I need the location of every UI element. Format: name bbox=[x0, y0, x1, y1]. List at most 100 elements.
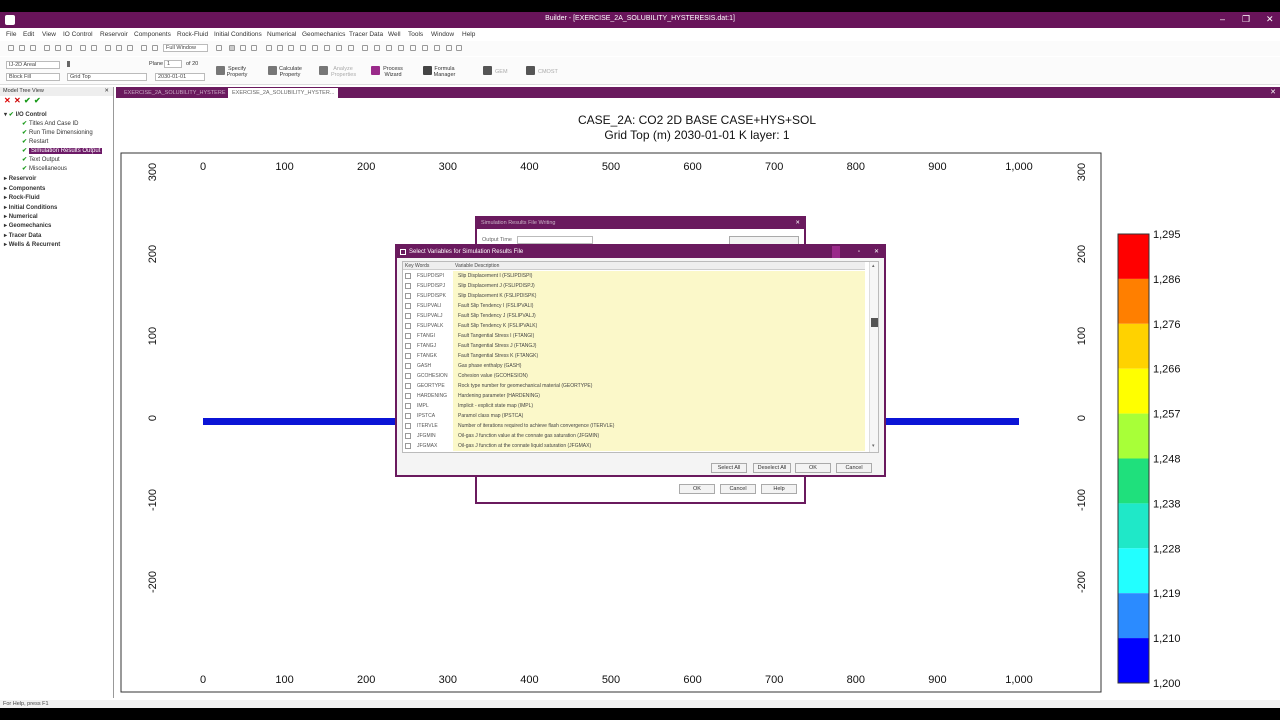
tree-item-initial-conditions[interactable]: ▸ Initial Conditions bbox=[4, 204, 57, 212]
close-button[interactable]: ✕ bbox=[1266, 14, 1274, 25]
split-icon[interactable] bbox=[336, 45, 342, 51]
tree-item-simulation-results-output[interactable]: ✔ Simulation Results Output bbox=[22, 147, 103, 155]
row-checkbox[interactable] bbox=[405, 353, 411, 359]
menu-tracer-data[interactable]: Tracer Data bbox=[349, 31, 383, 38]
table-row[interactable]: FTANGJ Fault Tangential Stress J (FTANGJ) bbox=[403, 341, 865, 351]
open-icon[interactable] bbox=[19, 45, 25, 51]
tree-item-restart[interactable]: ✔ Restart bbox=[22, 138, 48, 146]
property-select[interactable]: Grid Top bbox=[67, 73, 147, 81]
menu-tools[interactable]: Tools bbox=[408, 31, 423, 38]
menu-components[interactable]: Components bbox=[134, 31, 171, 38]
menu-geomechanics[interactable]: Geomechanics bbox=[302, 31, 345, 38]
tree-item-miscellaneous[interactable]: ✔ Miscellaneous bbox=[22, 165, 67, 173]
specify-property-label[interactable]: Specify Property bbox=[226, 66, 248, 78]
tree-item-tracer-data[interactable]: ▸ Tracer Data bbox=[4, 232, 41, 240]
zoom-out-icon[interactable] bbox=[386, 45, 392, 51]
options-icon[interactable] bbox=[456, 45, 462, 51]
col-key-words[interactable]: Key Words bbox=[405, 262, 429, 270]
delete-icon[interactable] bbox=[324, 45, 330, 51]
edit-cells-icon[interactable] bbox=[240, 45, 246, 51]
fill-select[interactable]: Block Fill bbox=[6, 73, 60, 81]
table-row[interactable]: HARDENING Hardening parameter (HARDENING) bbox=[403, 391, 865, 401]
row-checkbox[interactable] bbox=[405, 333, 411, 339]
dialog-close-icon[interactable]: ✕ bbox=[874, 246, 879, 258]
table-row[interactable]: ITERVLE Number of iterations required to … bbox=[403, 421, 865, 431]
tab-exercise-2[interactable]: EXERCISE_2A_SOLUBILITY_HYSTER... bbox=[228, 88, 339, 98]
sim-results-ok-button[interactable]: OK bbox=[679, 484, 715, 494]
info-icon[interactable] bbox=[434, 45, 440, 51]
slider-handle-icon[interactable] bbox=[67, 61, 70, 67]
menu-edit[interactable]: Edit bbox=[23, 31, 34, 38]
output-time-select[interactable] bbox=[517, 236, 593, 244]
tab-close-icon[interactable]: ✕ bbox=[1270, 88, 1276, 96]
dialog-ok-button[interactable]: OK bbox=[795, 463, 831, 473]
panel-close-icon[interactable]: ✕ bbox=[104, 87, 109, 96]
minimize-button[interactable]: – bbox=[1220, 14, 1225, 24]
dialog-cancel-button[interactable]: Cancel bbox=[836, 463, 872, 473]
sim-results-close-icon[interactable]: ✕ bbox=[795, 218, 800, 229]
row-checkbox[interactable] bbox=[405, 423, 411, 429]
maximize-button[interactable]: ❐ bbox=[1242, 14, 1250, 25]
rotate-icon[interactable] bbox=[152, 45, 158, 51]
tree-item-run-time-dimensioning[interactable]: ✔ Run Time Dimensioning bbox=[22, 129, 93, 137]
polygon-icon[interactable] bbox=[277, 45, 283, 51]
table-row[interactable]: GASH Gas phase enthalpy (GASH) bbox=[403, 361, 865, 371]
tree-item-reservoir[interactable]: ▸ Reservoir bbox=[4, 175, 36, 183]
cursor-icon[interactable] bbox=[229, 45, 235, 51]
scroll-thumb[interactable] bbox=[871, 318, 878, 327]
menu-reservoir[interactable]: Reservoir bbox=[100, 31, 128, 38]
deselect-all-button[interactable]: Deselect All bbox=[753, 463, 791, 473]
menu-rock-fluid[interactable]: Rock-Fluid bbox=[177, 31, 208, 38]
row-checkbox[interactable] bbox=[405, 363, 411, 369]
table-row[interactable]: FSLIPVALI Fault Slip Tendency I (FSLIPVAL… bbox=[403, 301, 865, 311]
table-row[interactable]: IMPL Implicit - explicit state map (IMPL) bbox=[403, 401, 865, 411]
table-row[interactable]: FTANGK Fault Tangential Stress K (FTANGK) bbox=[403, 351, 865, 361]
check-all-icon[interactable]: ✔ bbox=[34, 96, 41, 105]
gem-icon[interactable] bbox=[483, 66, 492, 75]
menu-initial-conditions[interactable]: Initial Conditions bbox=[214, 31, 262, 38]
table-row[interactable]: FSLIPDISPJ Slip Displacement J (FSLIPDISP… bbox=[403, 281, 865, 291]
menu-well[interactable]: Well bbox=[388, 31, 401, 38]
print-icon[interactable] bbox=[105, 45, 111, 51]
pan-icon[interactable] bbox=[141, 45, 147, 51]
table-row[interactable]: FSLIPDISPK Slip Displacement K (FSLIPDISP… bbox=[403, 291, 865, 301]
table-row[interactable]: FSLIPVALK Fault Slip Tendency K (FSLIPVAL… bbox=[403, 321, 865, 331]
select-all-button[interactable]: Select All bbox=[711, 463, 747, 473]
tree-item-numerical[interactable]: ▸ Numerical bbox=[4, 213, 38, 221]
tree-item-io-control[interactable]: ▾ ✔ I/O Control bbox=[4, 111, 47, 119]
warning-icon[interactable]: ✕ bbox=[14, 96, 21, 105]
table-icon[interactable] bbox=[446, 45, 452, 51]
refine-icon[interactable] bbox=[362, 45, 368, 51]
col-variable-description[interactable]: Variable Description bbox=[455, 262, 499, 270]
row-checkbox[interactable] bbox=[405, 283, 411, 289]
redo-icon[interactable] bbox=[91, 45, 97, 51]
view-select[interactable]: IJ-2D Areal bbox=[6, 61, 60, 69]
table-scrollbar[interactable]: ▴ ▾ bbox=[869, 262, 878, 452]
row-checkbox[interactable] bbox=[405, 343, 411, 349]
tree-item-rock-fluid[interactable]: ▸ Rock-Fluid bbox=[4, 194, 40, 202]
window-select[interactable]: Full Window bbox=[163, 44, 208, 52]
sim-results-cancel-button[interactable]: Cancel bbox=[720, 484, 756, 494]
help-icon[interactable] bbox=[832, 246, 840, 258]
table-row[interactable]: GCOHESION Cohesion value (GCOHESION) bbox=[403, 371, 865, 381]
calculate-property-label[interactable]: Calculate Property bbox=[279, 66, 302, 78]
cmost-icon[interactable] bbox=[526, 66, 535, 75]
save-icon[interactable] bbox=[30, 45, 36, 51]
move-icon[interactable] bbox=[300, 45, 306, 51]
tab-exercise-1[interactable]: EXERCISE_2A_SOLUBILITY_HYSTERE bbox=[120, 88, 229, 98]
date-select[interactable]: 2030-01-01 bbox=[155, 73, 205, 81]
tree-item-wells-recurrent[interactable]: ▸ Wells & Recurrent bbox=[4, 241, 60, 249]
menu-view[interactable]: View bbox=[42, 31, 56, 38]
row-checkbox[interactable] bbox=[405, 413, 411, 419]
expanded-icon[interactable]: ▾ bbox=[4, 112, 9, 118]
tree-item-geomechanics[interactable]: ▸ Geomechanics bbox=[4, 222, 51, 230]
insert-icon[interactable] bbox=[312, 45, 318, 51]
merge-icon[interactable] bbox=[348, 45, 354, 51]
table-row[interactable]: FTANGI Fault Tangential Stress I (FTANGI) bbox=[403, 331, 865, 341]
scroll-up-icon[interactable]: ▴ bbox=[872, 263, 875, 269]
undo-icon[interactable] bbox=[80, 45, 86, 51]
menu-file[interactable]: File bbox=[6, 31, 16, 38]
analyze-properties-icon[interactable] bbox=[319, 66, 328, 75]
table-row[interactable]: JFGMAX Oil-gas J function at the connate … bbox=[403, 441, 865, 451]
fit-icon[interactable] bbox=[398, 45, 404, 51]
